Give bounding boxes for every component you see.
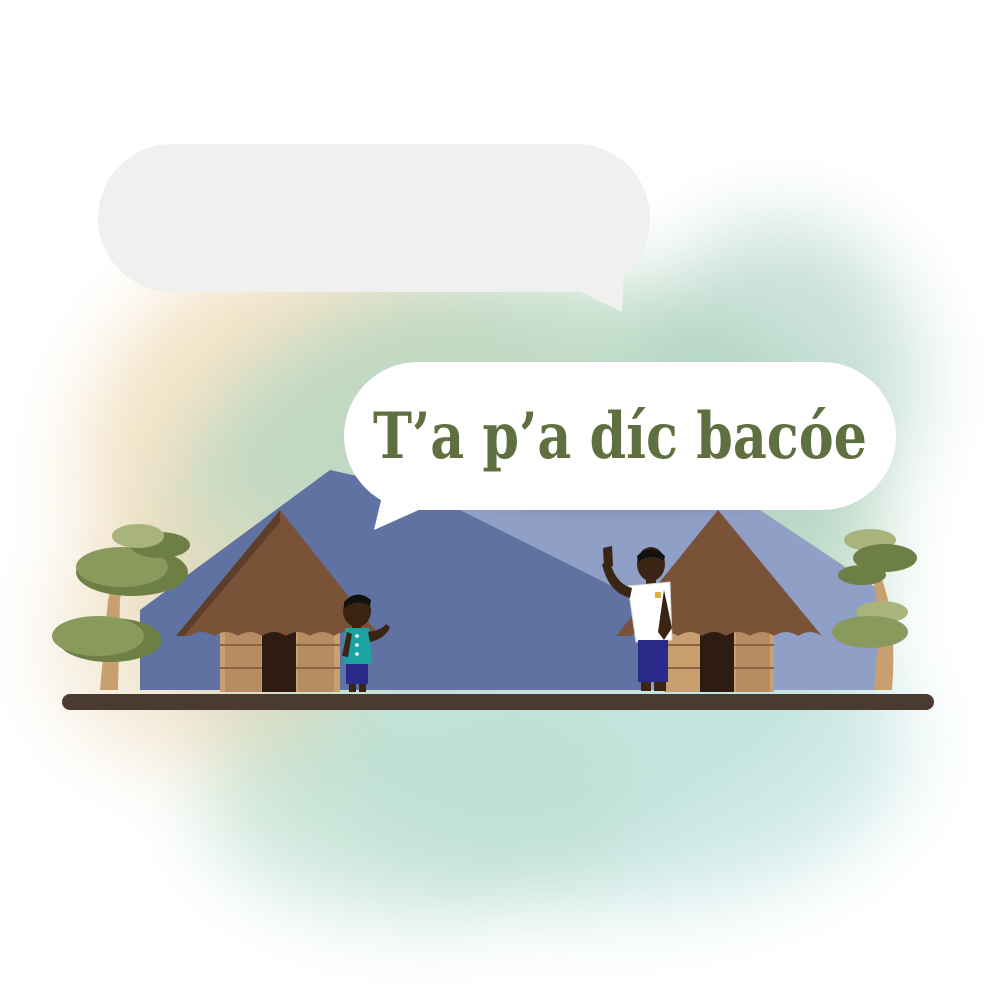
speech-text: T’a p’a díc bacóe [373,399,867,474]
speech-bubble-lower: T’a p’a díc bacóe [344,362,896,530]
speech-bubble-upper [98,144,650,312]
village-illustration: T’a p’a díc bacóe [50,144,934,920]
illustration-scene: T’a p’a díc bacóe [0,0,1000,1000]
